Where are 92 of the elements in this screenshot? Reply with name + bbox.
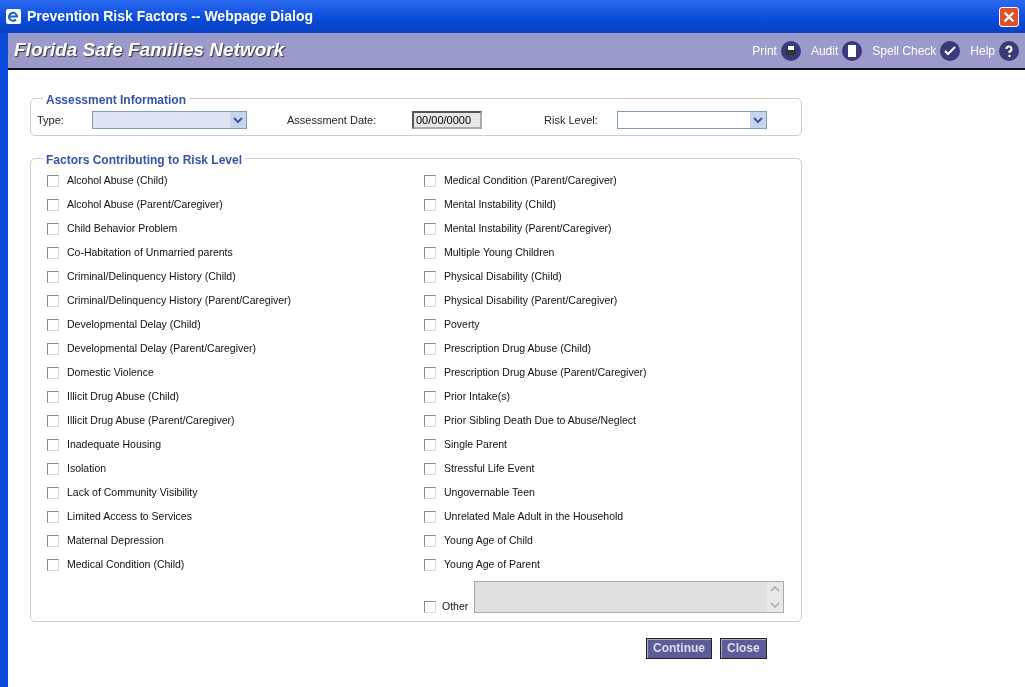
checkbox[interactable]: [424, 223, 436, 235]
close-icon[interactable]: [999, 6, 1019, 27]
checkmark-icon: [940, 40, 961, 61]
dialog-button[interactable]: Continue: [646, 638, 712, 659]
checkbox-label: Criminal/Delinquency History (Child): [67, 269, 236, 285]
checkbox-label: Isolation: [67, 461, 107, 477]
printer-icon: [780, 40, 801, 61]
checkbox-label: Stressful Life Event: [444, 461, 535, 477]
checkbox-label: Unrelated Male Adult in the Household: [444, 509, 624, 525]
checkbox-label: Prescription Drug Abuse (Parent/Caregiver): [444, 365, 647, 381]
type-select[interactable]: [92, 111, 247, 129]
checkbox[interactable]: [424, 247, 436, 259]
checkbox-label: Prescription Drug Abuse (Child): [444, 341, 592, 357]
toolbar-button[interactable]: Print: [752, 40, 801, 61]
checkbox[interactable]: [424, 271, 436, 283]
checkbox-label: Developmental Delay (Parent/Caregiver): [67, 341, 257, 357]
checkbox[interactable]: [47, 439, 59, 451]
checkbox[interactable]: [47, 175, 59, 187]
checkbox[interactable]: [424, 199, 436, 211]
checkbox-label: Ungovernable Teen: [444, 485, 535, 501]
checkbox-label: Co-Habitation of Unmarried parents: [67, 245, 233, 261]
checkbox-label: Medical Condition (Parent/Caregiver): [444, 173, 617, 189]
browser-icon: [6, 9, 21, 24]
checkbox[interactable]: [424, 367, 436, 379]
checkbox-label: Domestic Violence: [67, 365, 154, 381]
field-label: Assessment Date:: [287, 112, 378, 128]
app-brand: Florida Safe Families Network: [14, 38, 285, 63]
checkbox[interactable]: [47, 343, 59, 355]
checkbox[interactable]: [47, 511, 59, 523]
checkbox-label: Limited Access to Services: [67, 509, 192, 525]
checkbox[interactable]: [424, 511, 436, 523]
checkbox-label: Mental Instability (Child): [444, 197, 557, 213]
checkbox-label: Physical Disability (Child): [444, 269, 562, 285]
checkbox[interactable]: [47, 271, 59, 283]
checkbox-label: Young Age of Child: [444, 533, 533, 549]
checkbox[interactable]: [424, 559, 436, 571]
checkbox[interactable]: [47, 487, 59, 499]
checkbox[interactable]: [424, 175, 436, 187]
checkbox[interactable]: [424, 415, 436, 427]
checkbox-label: Maternal Depression: [67, 533, 164, 549]
checkbox[interactable]: [424, 487, 436, 499]
checkbox[interactable]: [47, 223, 59, 235]
checkbox-label: Lack of Community Visibility: [67, 485, 198, 501]
checkbox-label: Other: [442, 599, 469, 615]
toolbar-button[interactable]: Audit: [810, 40, 863, 61]
checkbox[interactable]: [424, 439, 436, 451]
document-icon: [842, 40, 863, 61]
checkbox[interactable]: [424, 535, 436, 547]
checkbox[interactable]: [424, 319, 436, 331]
checkbox-label: Alcohol Abuse (Parent/Caregiver): [67, 197, 223, 213]
checkbox-label: Young Age of Parent: [444, 557, 540, 573]
checkbox[interactable]: [47, 559, 59, 571]
checkbox[interactable]: [47, 247, 59, 259]
checkbox-label: Developmental Delay (Child): [67, 317, 201, 333]
checkbox[interactable]: [47, 199, 59, 211]
checkbox-label: Multiple Young Children: [444, 245, 555, 261]
checkbox-label: Medical Condition (Child): [67, 557, 185, 573]
checkbox[interactable]: [47, 535, 59, 547]
dialog-button[interactable]: Close: [720, 638, 767, 659]
checkbox[interactable]: [424, 391, 436, 403]
checkbox[interactable]: [424, 343, 436, 355]
risk-level-select[interactable]: [617, 111, 767, 129]
checkbox-label: Illicit Drug Abuse (Parent/Caregiver): [67, 413, 235, 429]
help-icon: [999, 40, 1019, 61]
toolbar-button[interactable]: Spell Check: [872, 40, 961, 61]
checkbox[interactable]: [424, 601, 436, 613]
field-label: Type:: [37, 112, 65, 128]
checkbox-label: Prior Sibling Death Due to Abuse/Neglect: [444, 413, 637, 429]
checkbox-label: Physical Disability (Parent/Caregiver): [444, 293, 618, 309]
checkbox-label: Single Parent: [444, 437, 508, 453]
checkbox[interactable]: [47, 415, 59, 427]
checkbox-label: Inadequate Housing: [67, 437, 161, 453]
checkbox-label: Prior Intake(s): [444, 389, 510, 405]
date-field[interactable]: 00/00/0000: [412, 111, 482, 129]
other-text-area[interactable]: [474, 581, 785, 613]
checkbox[interactable]: [47, 391, 59, 403]
checkbox-label: Illicit Drug Abuse (Child): [67, 389, 180, 405]
toolbar-button[interactable]: Help: [970, 40, 1019, 61]
checkbox[interactable]: [424, 463, 436, 475]
checkbox-label: Mental Instability (Parent/Caregiver): [444, 221, 612, 237]
checkbox-label: Criminal/Delinquency History (Parent/Caregiver): [67, 293, 292, 309]
checkbox-label: Alcohol Abuse (Child): [67, 173, 168, 189]
field-label: Risk Level:: [544, 112, 599, 128]
checkbox-label: Poverty: [444, 317, 480, 333]
window-title: Prevention Risk Factors -- Webpage Dialog: [27, 7, 314, 26]
checkbox[interactable]: [47, 463, 59, 475]
scrollbar-icon: [767, 582, 784, 612]
checkbox[interactable]: [47, 319, 59, 331]
checkbox[interactable]: [47, 367, 59, 379]
checkbox-label: Child Behavior Problem: [67, 221, 178, 237]
checkbox[interactable]: [424, 295, 436, 307]
checkbox[interactable]: [47, 295, 59, 307]
